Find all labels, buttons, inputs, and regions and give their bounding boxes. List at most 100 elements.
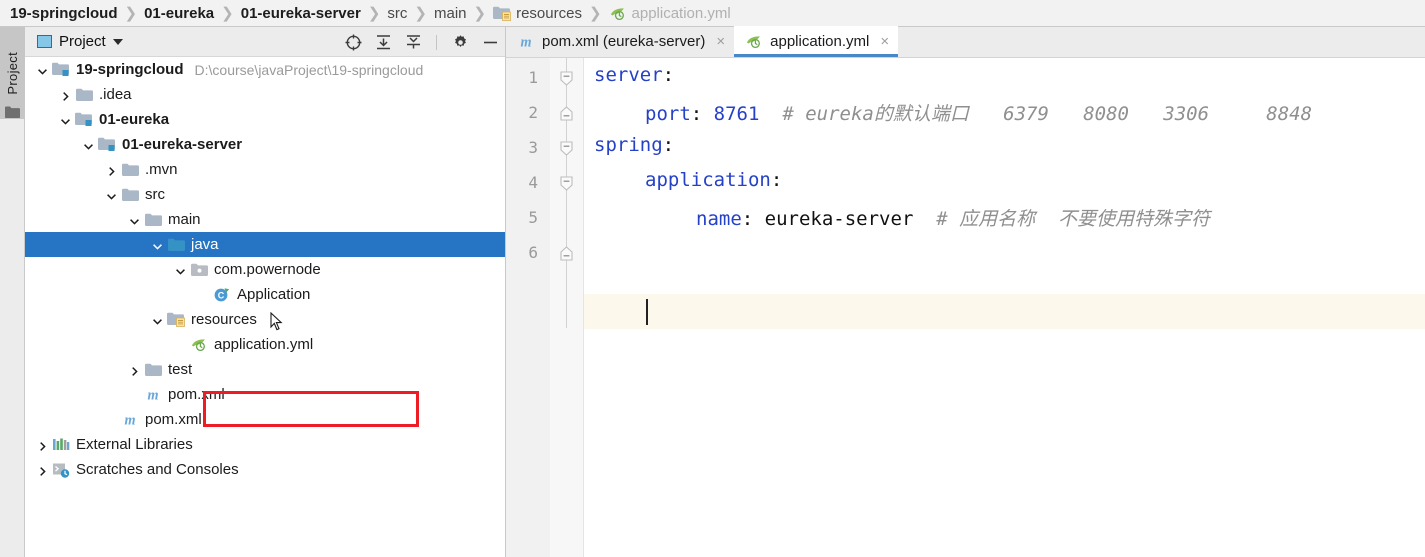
code-line-1: server: <box>594 64 674 86</box>
chevron-right-icon[interactable] <box>129 364 140 376</box>
maven-file-icon: m <box>121 411 139 429</box>
tree-node-label: resources <box>191 311 257 328</box>
editor-tab-application-yml[interactable]: application.yml × <box>734 26 899 57</box>
module-folder-icon <box>98 136 116 154</box>
svg-text:m: m <box>147 387 158 402</box>
tree-node-label: test <box>168 361 193 378</box>
breadcrumb-item-main[interactable]: main <box>432 5 469 22</box>
breadcrumb-item-application-yml[interactable]: application.yml <box>607 4 733 22</box>
editor-tab-label: application.yml <box>770 33 870 50</box>
tree-node-label: com.powernode <box>214 261 321 278</box>
project-title-group[interactable]: Project <box>25 33 123 50</box>
close-icon[interactable]: × <box>880 33 889 50</box>
chevron-right-icon[interactable] <box>106 164 117 176</box>
tree-node-label: 01-eureka-server <box>122 136 243 153</box>
tree-node-label: pom.xml <box>145 411 202 428</box>
tree-node-pom-xml[interactable]: m pom.xml <box>25 407 505 432</box>
settings-gear-icon[interactable] <box>451 33 469 51</box>
yaml-colon: : <box>690 103 703 125</box>
fold-expanded-icon[interactable] <box>558 175 575 192</box>
maven-file-icon: m <box>144 386 162 404</box>
close-icon[interactable]: × <box>716 33 725 50</box>
chevron-down-icon[interactable] <box>60 114 71 125</box>
tree-node--mvn[interactable]: .mvn <box>25 157 505 182</box>
tree-node-external-libraries[interactable]: External Libraries <box>25 432 505 457</box>
tree-node--idea[interactable]: .idea <box>25 82 505 107</box>
code-editor[interactable]: 1 server: 2 port: 8761 # eureka的默认端口 6379 8… <box>506 58 1425 557</box>
chevron-down-icon[interactable] <box>112 38 123 45</box>
source-folder-icon <box>167 236 185 254</box>
tree-node-test[interactable]: test <box>25 357 505 382</box>
breadcrumb-separator: ❯ <box>588 5 602 22</box>
breadcrumb-item-src[interactable]: src <box>385 5 409 22</box>
chevron-right-icon[interactable] <box>37 464 48 476</box>
tree-node-01-eureka-server[interactable]: 01-eureka-server <box>25 132 505 157</box>
breadcrumb-label: src <box>387 4 408 22</box>
breadcrumb-label: 01-eureka <box>144 4 215 22</box>
tree-node-pom-xml[interactable]: m pom.xml <box>25 382 505 407</box>
tree-node-label: pom.xml <box>168 386 225 403</box>
tree-node-19-springcloud[interactable]: 19-springcloud D:\course\javaProject\19-s… <box>25 57 505 82</box>
chevron-down-icon[interactable] <box>152 314 163 325</box>
maven-file-icon: m <box>517 33 535 51</box>
editor-tab-pom-xml-eureka-server-[interactable]: m pom.xml (eureka-server) × <box>506 26 734 57</box>
yaml-value: 8761 <box>713 103 760 125</box>
chevron-down-icon[interactable] <box>83 139 94 150</box>
chevron-right-icon[interactable] <box>37 439 48 451</box>
left-tool-window-strip: Project <box>0 27 25 557</box>
line-number: 4 <box>528 173 538 192</box>
project-view-icon <box>37 35 52 48</box>
line-number: 1 <box>528 68 538 87</box>
tree-node-src[interactable]: src <box>25 182 505 207</box>
tree-node-label: application.yml <box>214 336 314 353</box>
breadcrumb-item-01-eureka[interactable]: 01-eureka <box>142 5 216 22</box>
yaml-key: server <box>594 64 663 86</box>
resources-folder-icon <box>493 4 511 22</box>
chevron-right-icon[interactable] <box>60 89 71 101</box>
fold-expanded-icon[interactable] <box>558 70 575 87</box>
chevron-down-icon[interactable] <box>129 214 140 225</box>
hide-icon[interactable] <box>481 33 499 51</box>
svg-text:C: C <box>218 291 225 301</box>
folder-icon <box>75 86 93 104</box>
editor-tab-label: pom.xml (eureka-server) <box>542 33 706 50</box>
editor-tab-bar: m pom.xml (eureka-server) × application.yml… <box>506 26 1425 58</box>
tree-node-scratches-and-consoles[interactable]: Scratches and Consoles <box>25 457 505 482</box>
tree-node-com-powernode[interactable]: com.powernode <box>25 257 505 282</box>
code-line-2: port: 8761 # eureka的默认端口 6379 8080 3306 … <box>594 99 1312 126</box>
spring-boot-class-icon: C <box>213 286 231 304</box>
expand-all-icon[interactable] <box>374 33 392 51</box>
tree-node-resources[interactable]: resources <box>25 307 505 332</box>
svg-text:m: m <box>124 412 135 427</box>
breadcrumb-separator: ❯ <box>473 5 487 22</box>
tree-node-label: Application <box>237 286 311 303</box>
line-number: 5 <box>528 208 538 227</box>
breadcrumb-item-resources[interactable]: resources <box>491 4 584 22</box>
tree-node-java[interactable]: java <box>25 232 505 257</box>
fold-region-end-icon[interactable] <box>558 105 575 122</box>
tree-node-application[interactable]: C Application <box>25 282 505 307</box>
tree-node-main[interactable]: main <box>25 207 505 232</box>
fold-region-end-icon[interactable] <box>558 245 575 262</box>
project-tree[interactable]: Scratches and Consoles External Libraries… <box>25 57 505 556</box>
collapse-all-icon[interactable] <box>404 33 422 51</box>
select-opened-file-icon[interactable] <box>344 33 362 51</box>
breadcrumb-item-19-springcloud[interactable]: 19-springcloud <box>8 5 120 22</box>
breadcrumb-label: resources <box>516 4 582 22</box>
chevron-down-icon[interactable] <box>106 189 117 200</box>
yaml-value: eureka-server <box>764 208 914 230</box>
yaml-spring-file-icon <box>609 4 627 22</box>
yaml-colon: : <box>770 169 783 191</box>
fold-expanded-icon[interactable] <box>558 140 575 157</box>
chevron-down-icon[interactable] <box>152 239 163 250</box>
yaml-comment: # eureka的默认端口 6379 8080 3306 8848 <box>782 103 1313 125</box>
breadcrumb-item-01-eureka-server[interactable]: 01-eureka-server <box>239 5 363 22</box>
tree-node-label: main <box>168 211 201 228</box>
chevron-down-icon[interactable] <box>175 264 186 275</box>
tree-node-application-yml[interactable]: application.yml <box>25 332 505 357</box>
tree-node-label: .idea <box>99 86 132 103</box>
breadcrumb-label: application.yml <box>631 4 731 22</box>
tree-node-01-eureka[interactable]: 01-eureka <box>25 107 505 132</box>
chevron-down-icon[interactable] <box>37 64 48 75</box>
folder-icon <box>144 361 162 379</box>
